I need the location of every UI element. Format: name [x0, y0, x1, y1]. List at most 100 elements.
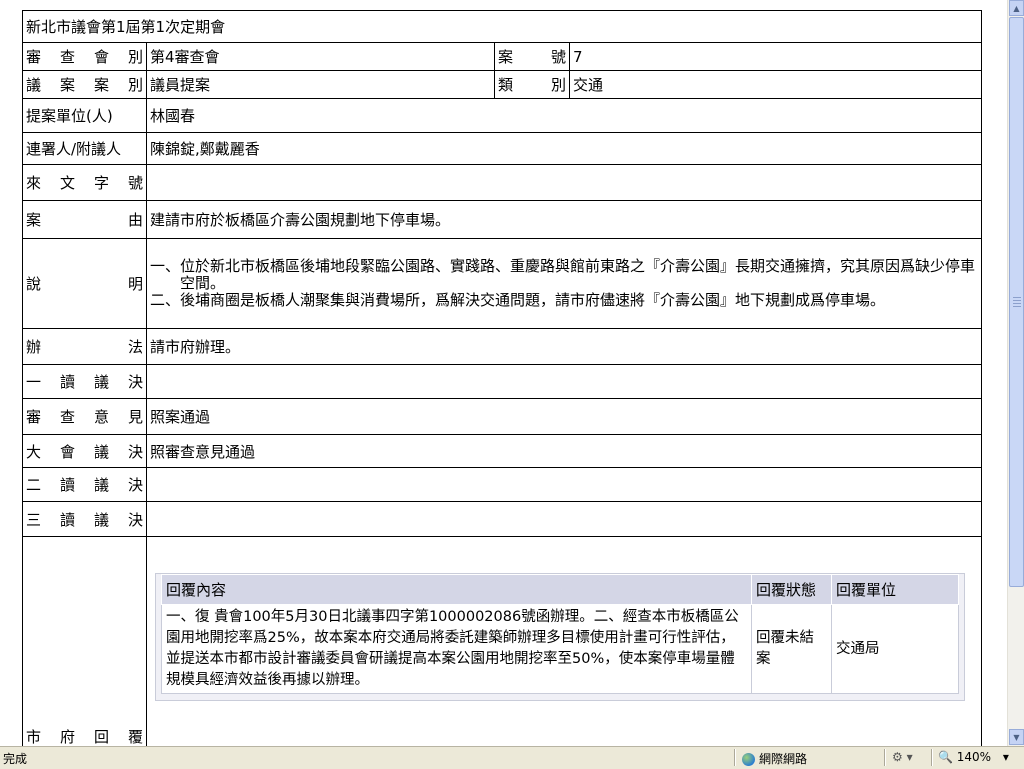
- case-number-value: 7: [568, 42, 983, 71]
- label-char: 來: [26, 174, 42, 192]
- protected-mode-icon[interactable]: ⚙ ▾: [892, 750, 913, 764]
- label-char: 意: [93, 408, 109, 426]
- label-char: 查: [59, 48, 75, 66]
- label-char: 案: [498, 48, 514, 66]
- label-char: 說: [26, 275, 42, 293]
- scroll-up-icon[interactable]: ▲: [1009, 0, 1024, 16]
- label-char: 決: [127, 510, 143, 529]
- chevron-down-icon[interactable]: ▾: [1003, 750, 1009, 764]
- explanation-label: 說明: [22, 238, 147, 329]
- status-text: 完成: [3, 752, 28, 766]
- label-char: 文: [59, 174, 75, 192]
- type-value: 交通: [568, 70, 983, 99]
- label-char: 議: [93, 442, 109, 461]
- method-value: 請市府辦理。: [145, 328, 983, 365]
- label-char: 字: [93, 174, 109, 192]
- label-char: 審: [26, 48, 42, 66]
- zoom-level: 140%: [956, 750, 992, 764]
- reply-panel: 回覆內容 回覆狀態 回覆單位 一、復 貴會100年5月30日北議事四字第1000…: [155, 573, 966, 701]
- reply-unit: 交通局: [830, 604, 960, 694]
- reply-label: 市府回覆: [22, 536, 147, 746]
- proposer-label: 提案單位(人): [22, 98, 147, 133]
- label-char: 案: [26, 211, 42, 229]
- zoom-control[interactable]: 🔍 140% ▾: [932, 749, 1024, 766]
- label-char: 回: [93, 728, 109, 746]
- zone-label: 網際網路: [759, 752, 808, 766]
- label-char: 讀: [59, 476, 75, 494]
- reply-unit-header: 回覆單位: [830, 574, 960, 605]
- label-char: 別: [127, 76, 143, 94]
- label-char: 別: [550, 76, 566, 94]
- label-char: 類: [498, 76, 514, 94]
- proposer-value: 林國春: [145, 98, 983, 133]
- status-bar: 完成 網際網路 ⚙ ▾ 🔍 140% ▾: [0, 746, 1024, 769]
- doc-number-label: 來文字號: [22, 164, 147, 201]
- proposal-table: 新北市議會第1屆第1次定期會 審查會別 第4審查會 案號 7 議案案別 議員提案…: [21, 10, 983, 746]
- first-reading-value: [145, 364, 983, 399]
- cosigner-value: 陳錦錠,鄭戴麗香: [145, 132, 983, 165]
- review-committee-label: 審查會別: [22, 42, 147, 71]
- reply-content-header: 回覆內容: [161, 574, 752, 605]
- case-number-label: 案號: [494, 42, 570, 71]
- second-reading-value: [145, 467, 983, 502]
- reply-cell: 回覆內容 回覆狀態 回覆單位 一、復 貴會100年5月30日北議事四字第1000…: [145, 536, 983, 746]
- document-viewport: 新北市議會第1屆第1次定期會 審查會別 第4審查會 案號 7 議案案別 議員提案…: [0, 0, 1007, 746]
- label-char: 讀: [59, 373, 75, 391]
- label-char: 法: [127, 338, 143, 356]
- label-char: 會: [93, 48, 109, 66]
- zoom-icon: 🔍: [938, 750, 953, 764]
- cosigner-label: 連署人/附議人: [22, 132, 147, 165]
- reason-value: 建請市府於板橋區介壽公園規劃地下停車場。: [145, 200, 983, 239]
- reason-label: 案由: [22, 200, 147, 239]
- label-char: 見: [127, 408, 143, 426]
- assembly-label: 大會議決: [22, 434, 147, 468]
- label-char: 市: [26, 728, 42, 746]
- assembly-value: 照審查意見通過: [145, 434, 983, 468]
- label-char: 議: [93, 476, 109, 494]
- label-char: 審: [26, 408, 42, 426]
- table-row: 一、復 貴會100年5月30日北議事四字第1000002086號函辦理。二、經查…: [161, 604, 960, 694]
- explanation-value: 一、 位於新北市板橋區後埔地段緊臨公園路、實踐路、重慶路與館前東路之『介壽公園』…: [145, 238, 983, 329]
- doc-number-value: [145, 164, 983, 201]
- label-char: 大: [26, 442, 42, 461]
- label-char: 一: [26, 373, 42, 391]
- label-char: 號: [550, 48, 566, 66]
- label-char: 案: [93, 76, 109, 94]
- third-reading-label: 三讀議決: [22, 501, 147, 537]
- review-opinion-label: 審查意見: [22, 398, 147, 435]
- session-title: 新北市議會第1屆第1次定期會: [21, 10, 983, 43]
- label-char: 辦: [26, 338, 42, 356]
- category-label: 議案案別: [22, 70, 147, 99]
- third-reading-value: [145, 501, 983, 537]
- label-char: 案: [59, 76, 75, 94]
- first-reading-label: 一讀議決: [22, 364, 147, 399]
- explanation-item: 二、 後埔商圈是板橋人潮聚集與消費場所，爲解決交通問題，請市府儘速將『介壽公園』…: [150, 291, 886, 309]
- scroll-thumb[interactable]: [1009, 17, 1024, 587]
- reply-table: 回覆內容 回覆狀態 回覆單位 一、復 貴會100年5月30日北議事四字第1000…: [161, 574, 960, 694]
- second-reading-label: 二讀議決: [22, 467, 147, 502]
- label-char: 號: [127, 174, 143, 192]
- label-char: 別: [127, 48, 143, 66]
- method-label: 辦法: [22, 328, 147, 365]
- label-char: 覆: [127, 728, 143, 746]
- label-char: 府: [59, 728, 75, 746]
- category-value: 議員提案: [146, 70, 495, 99]
- review-opinion-value: 照案通過: [145, 398, 983, 435]
- type-label: 類別: [494, 70, 570, 99]
- label-char: 三: [26, 510, 42, 529]
- label-char: 查: [59, 408, 75, 426]
- review-committee-value: 第4審查會: [146, 42, 495, 71]
- label-char: 讀: [59, 510, 75, 529]
- label-char: 決: [127, 373, 143, 391]
- label-char: 二: [26, 476, 42, 494]
- explanation-item: 一、 位於新北市板橋區後埔地段緊臨公園路、實踐路、重慶路與館前東路之『介壽公園』…: [150, 257, 976, 292]
- protected-mode-control[interactable]: ⚙ ▾: [885, 749, 930, 766]
- vertical-scrollbar[interactable]: ▲ ▼: [1007, 0, 1024, 746]
- label-char: 決: [127, 442, 143, 461]
- reply-status-header: 回覆狀態: [751, 574, 832, 605]
- reply-status: 回覆未結案: [751, 604, 832, 694]
- label-char: 會: [59, 442, 75, 461]
- globe-icon: [742, 753, 755, 766]
- reply-content: 一、復 貴會100年5月30日北議事四字第1000002086號函辦理。二、經查…: [161, 604, 752, 694]
- scroll-down-icon[interactable]: ▼: [1009, 729, 1024, 745]
